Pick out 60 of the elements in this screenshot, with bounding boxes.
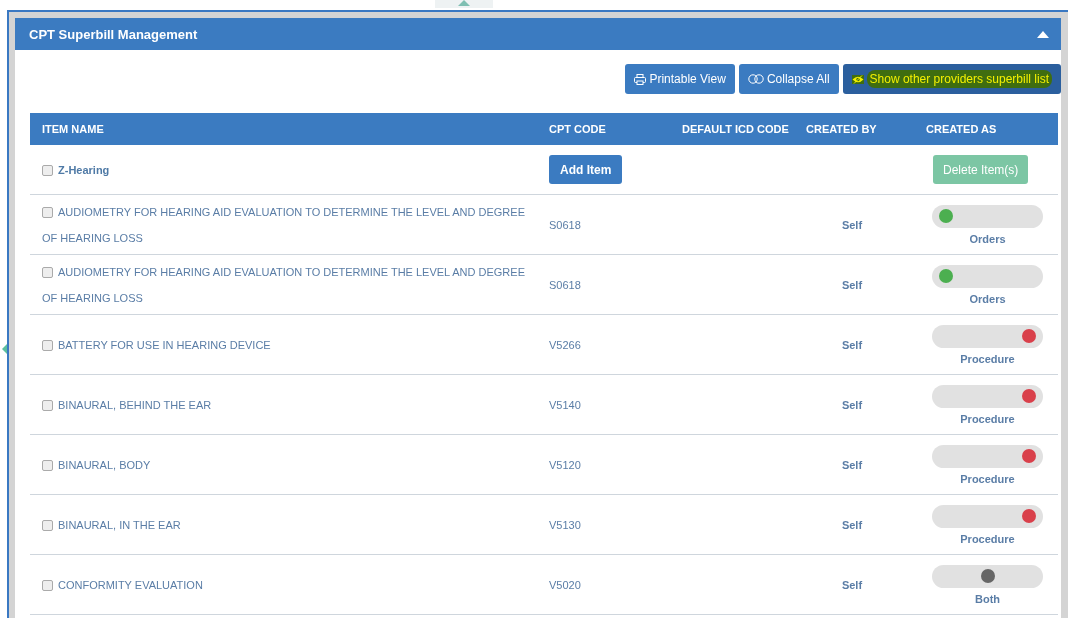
panel-title: CPT Superbill Management [29, 26, 198, 42]
print-icon [634, 73, 647, 85]
item-name: BINAURAL, BEHIND THE EAR [42, 391, 549, 418]
collapse-tab[interactable] [435, 0, 493, 8]
item-name: AUDIOMETRY FOR HEARING AID EVALUATION TO DETERMINE THE LEVEL AND DEGREE OF HEARING LOSS [42, 264, 526, 306]
toggle-switch[interactable] [932, 444, 1043, 468]
toggle-icon [747, 74, 764, 84]
toolbar-button[interactable]: Collapse All [738, 64, 839, 94]
toggle-switch[interactable] [932, 564, 1043, 588]
checkbox[interactable] [42, 266, 53, 278]
checkbox[interactable] [42, 579, 53, 591]
checkbox[interactable] [42, 164, 53, 176]
item-name: BATTERY FOR USE IN HEARING DEVICE [42, 331, 549, 358]
toggle-switch[interactable] [932, 384, 1043, 408]
checkbox[interactable] [42, 459, 53, 471]
group-name: Z-Hearing [58, 163, 110, 176]
created-as: Procedure [960, 532, 1015, 545]
created-by: Self [840, 578, 864, 591]
item-name: CONFORMITY EVALUATION [42, 571, 549, 598]
cpt-code: V5140 [549, 398, 581, 411]
caret-up-icon [458, 0, 470, 6]
toolbar-button[interactable]: Printable View [625, 64, 735, 94]
created-as: Procedure [960, 412, 1015, 425]
toggle-switch[interactable] [932, 504, 1043, 528]
cpt-code: V5266 [549, 338, 581, 351]
checkbox[interactable] [42, 399, 53, 411]
created-by: Self [840, 338, 864, 351]
created-as: Orders [969, 232, 1006, 245]
item-name: BINAURAL, IN THE EAR [42, 511, 549, 538]
created-as: Orders [969, 292, 1006, 305]
column-header: ITEM NAME [42, 123, 104, 135]
created-by: Self [840, 278, 864, 291]
created-as: Procedure [960, 472, 1015, 485]
add-item-button[interactable]: Add Item [549, 155, 623, 184]
eye-icon [851, 74, 864, 84]
column-header: CREATED BY [806, 123, 877, 135]
toggle-switch[interactable] [932, 264, 1043, 288]
toolbar-button[interactable]: Show other providers superbill list [842, 64, 1061, 94]
item-name: AUDIOMETRY FOR HEARING AID EVALUATION TO DETERMINE THE LEVEL AND DEGREE OF HEARING LOSS [42, 204, 526, 246]
cpt-code: V5020 [549, 578, 581, 591]
cpt-code: V5130 [549, 518, 581, 531]
toggle-switch[interactable] [932, 324, 1043, 348]
column-header: DEFAULT ICD CODE [682, 123, 789, 135]
item-name: BINAURAL, BODY [42, 451, 549, 478]
created-as: Procedure [960, 352, 1015, 365]
column-header: CREATED AS [926, 123, 997, 135]
checkbox[interactable] [42, 519, 53, 531]
created-by: Self [840, 398, 864, 411]
toggle-switch[interactable] [932, 204, 1043, 228]
checkbox[interactable] [42, 206, 53, 218]
created-as: Both [974, 592, 1000, 605]
created-by: Self [840, 218, 864, 231]
cpt-code: S0618 [549, 218, 581, 231]
created-by: Self [840, 518, 864, 531]
cpt-code: V5120 [549, 458, 581, 471]
cpt-code: S0618 [549, 278, 581, 291]
checkbox[interactable] [42, 339, 53, 351]
column-header: CPT CODE [549, 123, 606, 135]
caret-up-icon[interactable] [1037, 30, 1049, 38]
created-by: Self [840, 458, 864, 471]
